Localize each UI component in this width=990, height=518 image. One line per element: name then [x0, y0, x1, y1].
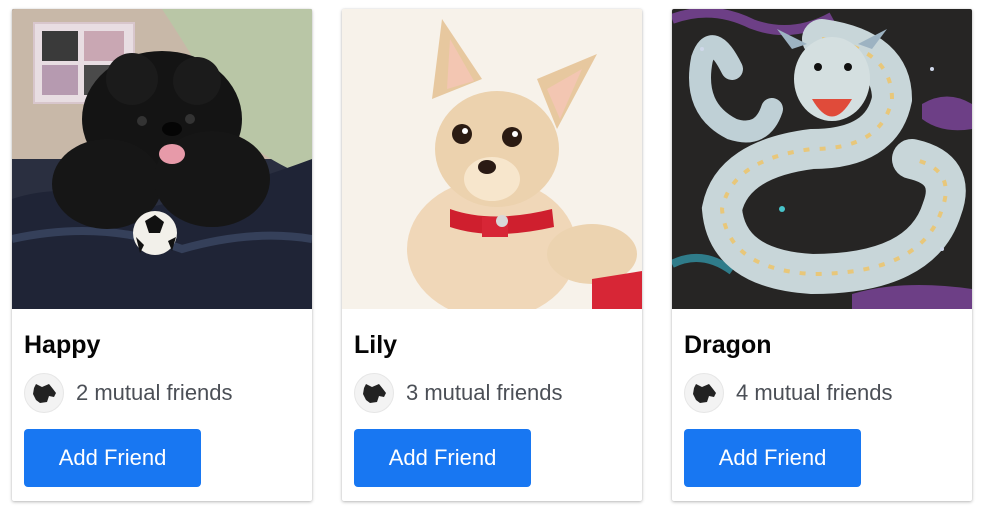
profile-photo-happy[interactable] [12, 9, 312, 309]
mutual-friend-avatar [684, 373, 724, 413]
add-friend-button[interactable]: Add Friend [24, 429, 201, 487]
mutual-friends[interactable]: 2 mutual friends [24, 373, 233, 413]
mutual-friends-count: 3 mutual friends [406, 380, 563, 405]
friend-name[interactable]: Lily [354, 331, 397, 360]
dog-head-icon [363, 384, 386, 403]
mutual-friends-count: 2 mutual friends [76, 380, 233, 405]
profile-photo-lily[interactable] [342, 9, 642, 309]
add-friend-button[interactable]: Add Friend [684, 429, 861, 487]
add-friend-button[interactable]: Add Friend [354, 429, 531, 487]
mutual-friends[interactable]: 4 mutual friends [684, 373, 893, 413]
profile-photo-dragon[interactable] [672, 9, 972, 309]
friend-card-dragon: Dragon 4 mutual friends Add Friend [672, 9, 972, 501]
friend-name[interactable]: Dragon [684, 331, 772, 360]
friend-suggestions: Happy 2 mutual friends Add Friend Lily 3… [0, 0, 990, 518]
mutual-friend-avatar [24, 373, 64, 413]
friend-card-happy: Happy 2 mutual friends Add Friend [12, 9, 312, 501]
dog-head-icon [693, 384, 716, 403]
mutual-friend-avatar [354, 373, 394, 413]
friend-card-lily: Lily 3 mutual friends Add Friend [342, 9, 642, 501]
dog-head-icon [33, 384, 56, 403]
mutual-friends[interactable]: 3 mutual friends [354, 373, 563, 413]
mutual-friends-count: 4 mutual friends [736, 380, 893, 405]
friend-name[interactable]: Happy [24, 331, 100, 360]
